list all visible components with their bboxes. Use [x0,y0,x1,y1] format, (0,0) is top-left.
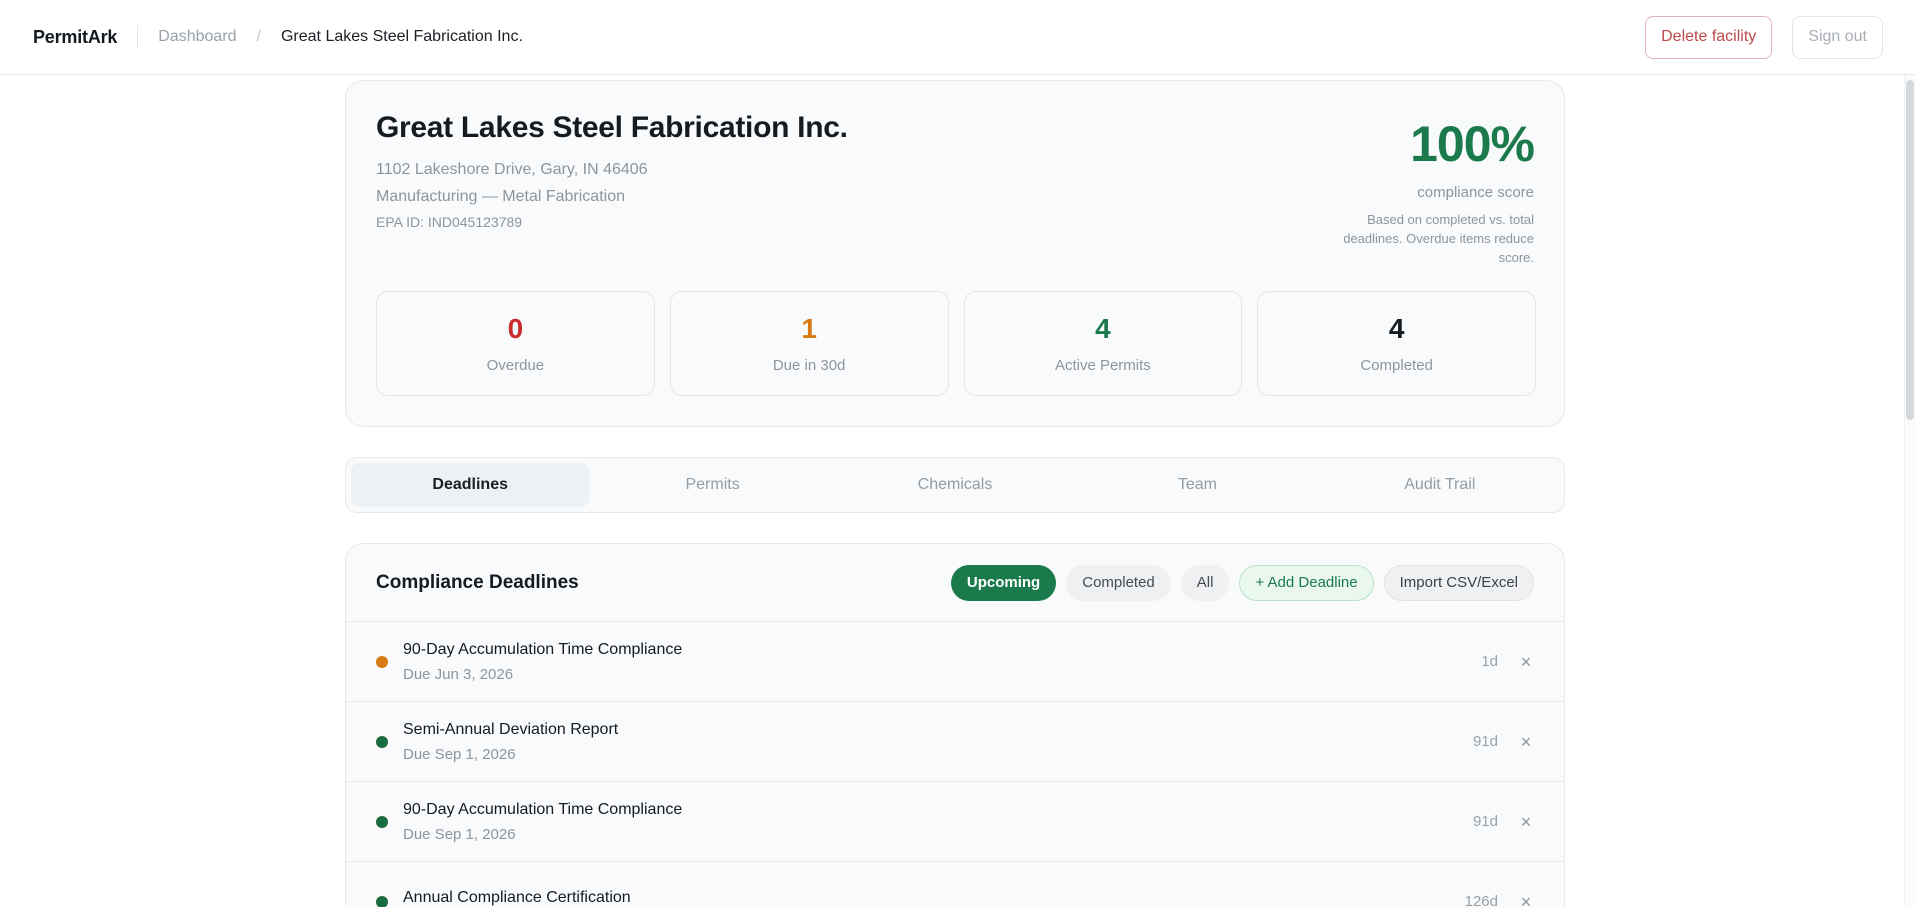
remove-deadline-icon[interactable]: × [1518,813,1534,831]
deadline-text: 90-Day Accumulation Time Compliance Due … [403,801,682,843]
divider [137,25,139,49]
deadlines-title: Compliance Deadlines [376,571,579,593]
deadline-days-remaining: 126d [1464,893,1498,907]
filter-all-button[interactable]: All [1180,564,1230,601]
stat-value: 1 [801,313,817,344]
deadline-due-date: Due Sep 1, 2026 [403,745,516,763]
compliance-score: 100% [1410,116,1535,172]
breadcrumb-current: Great Lakes Steel Fabrication Inc. [280,28,523,45]
deadlines-panel-header: Compliance Deadlines Upcoming Completed … [346,544,1564,622]
facility-industry: Manufacturing — Metal Fabrication [376,188,625,205]
status-dot-icon [376,895,388,907]
add-deadline-button[interactable]: + Add Deadline [1239,564,1374,601]
tab-chemicals[interactable]: Chemicals [836,463,1074,507]
deadline-due-date: Due Jun 3, 2026 [403,665,514,683]
deadline-text: Semi-Annual Deviation Report Due Sep 1, … [403,721,618,763]
stat-label: Active Permits [1054,357,1151,374]
delete-facility-button[interactable]: Delete facility [1645,15,1773,59]
deadline-filters: Upcoming Completed All + Add Deadline Im… [950,564,1534,601]
facility-address: 1102 Lakeshore Drive, Gary, IN 46406 [376,161,648,178]
tab-permits[interactable]: Permits [593,463,831,507]
deadline-row[interactable]: Semi-Annual Deviation Report Due Sep 1, … [346,702,1564,782]
deadline-text: Annual Compliance Certification [403,889,631,907]
breadcrumb-separator: / [256,28,261,45]
tab-team[interactable]: Team [1078,463,1316,507]
deadline-due-date: Due Sep 1, 2026 [403,825,516,843]
top-bar: PermitArk Dashboard / Great Lakes Steel … [0,0,1916,75]
compliance-score-label: compliance score [1417,184,1534,201]
stat-active-permits: 4 Active Permits [963,291,1243,396]
tab-audit-trail[interactable]: Audit Trail [1321,463,1559,507]
stat-completed: 4 Completed [1257,291,1536,396]
deadline-days-remaining: 91d [1472,813,1498,830]
stat-value: 0 [507,313,524,344]
remove-deadline-icon[interactable]: × [1518,893,1534,907]
stats-row: 0 Overdue 1 Due in 30d 4 Active Permits … [376,291,1536,396]
deadline-row[interactable]: Annual Compliance Certification 126d × [346,862,1564,907]
deadline-row[interactable]: 90-Day Accumulation Time Compliance Due … [346,622,1564,702]
breadcrumb-dashboard-link[interactable]: Dashboard [158,28,236,46]
sign-out-button[interactable]: Sign out [1792,15,1883,59]
import-csv-excel-button[interactable]: Import CSV/Excel [1383,564,1534,601]
stat-due-30d: 1 Due in 30d [669,291,949,396]
deadline-title: 90-Day Accumulation Time Compliance [403,640,683,658]
stat-overdue: 0 Overdue [376,291,655,396]
stat-label: Completed [1360,357,1433,374]
brand-logo[interactable]: PermitArk [33,27,117,48]
deadline-title: 90-Day Accumulation Time Compliance [403,800,683,818]
deadline-days-remaining: 91d [1472,733,1498,750]
status-dot-icon [376,815,388,828]
deadline-text: 90-Day Accumulation Time Compliance Due … [403,641,682,683]
facility-summary-card: Great Lakes Steel Fabrication Inc. 1102 … [345,80,1565,427]
facility-tabs: Deadlines Permits Chemicals Team Audit T… [345,457,1565,513]
status-dot-icon [376,655,388,668]
compliance-score-note: Based on completed vs. total deadlines. … [1343,212,1534,265]
deadlines-panel: Compliance Deadlines Upcoming Completed … [345,543,1565,907]
status-dot-icon [376,735,388,748]
stat-value: 4 [1095,313,1111,344]
page-scrollbar-thumb[interactable] [1906,80,1914,420]
tab-deadlines[interactable]: Deadlines [351,463,590,507]
deadline-row[interactable]: 90-Day Accumulation Time Compliance Due … [346,782,1564,862]
filter-upcoming-button[interactable]: Upcoming [950,564,1057,601]
stat-value: 4 [1388,313,1405,344]
stat-label: Overdue [486,357,545,374]
filter-completed-button[interactable]: Completed [1066,564,1171,601]
header-actions: Delete facility Sign out [1645,15,1883,59]
stat-label: Due in 30d [772,357,846,374]
remove-deadline-icon[interactable]: × [1518,733,1534,751]
deadline-title: Semi-Annual Deviation Report [403,720,619,738]
facility-name: Great Lakes Steel Fabrication Inc. [376,111,848,144]
deadline-days-remaining: 1d [1481,653,1498,670]
remove-deadline-icon[interactable]: × [1518,653,1534,671]
deadline-title: Annual Compliance Certification [403,889,631,906]
facility-epa-id: EPA ID: IND045123789 [376,214,523,230]
